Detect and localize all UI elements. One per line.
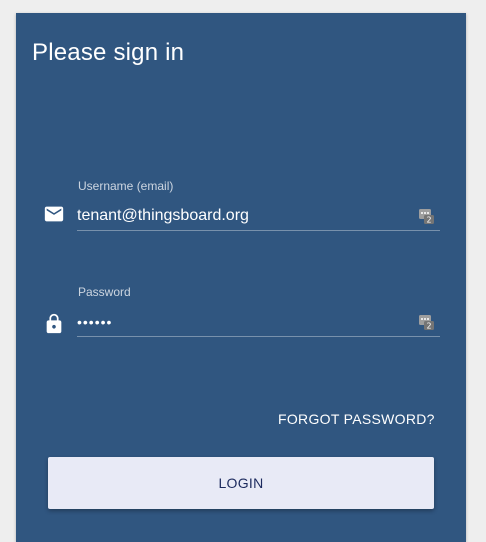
username-field-container: Username (email) 2: [16, 173, 466, 243]
mail-icon: [44, 206, 64, 222]
login-card: Please sign in Username (email) 2 Passwo…: [16, 13, 466, 542]
svg-text:2: 2: [426, 216, 431, 225]
username-input[interactable]: [77, 203, 413, 229]
password-underline: [77, 336, 440, 337]
forgot-password-link[interactable]: FORGOT PASSWORD?: [278, 411, 435, 427]
password-field-container: Password 2: [16, 279, 466, 349]
login-button[interactable]: LOGIN: [48, 457, 434, 509]
lock-icon: [46, 313, 62, 334]
password-input[interactable]: [77, 309, 413, 335]
password-manager-icon[interactable]: 2: [419, 208, 435, 224]
password-manager-icon[interactable]: 2: [419, 314, 435, 330]
username-underline: [77, 230, 440, 231]
svg-text:2: 2: [426, 322, 431, 331]
password-label: Password: [78, 285, 131, 299]
page-title: Please sign in: [32, 39, 185, 66]
username-label: Username (email): [78, 179, 174, 193]
